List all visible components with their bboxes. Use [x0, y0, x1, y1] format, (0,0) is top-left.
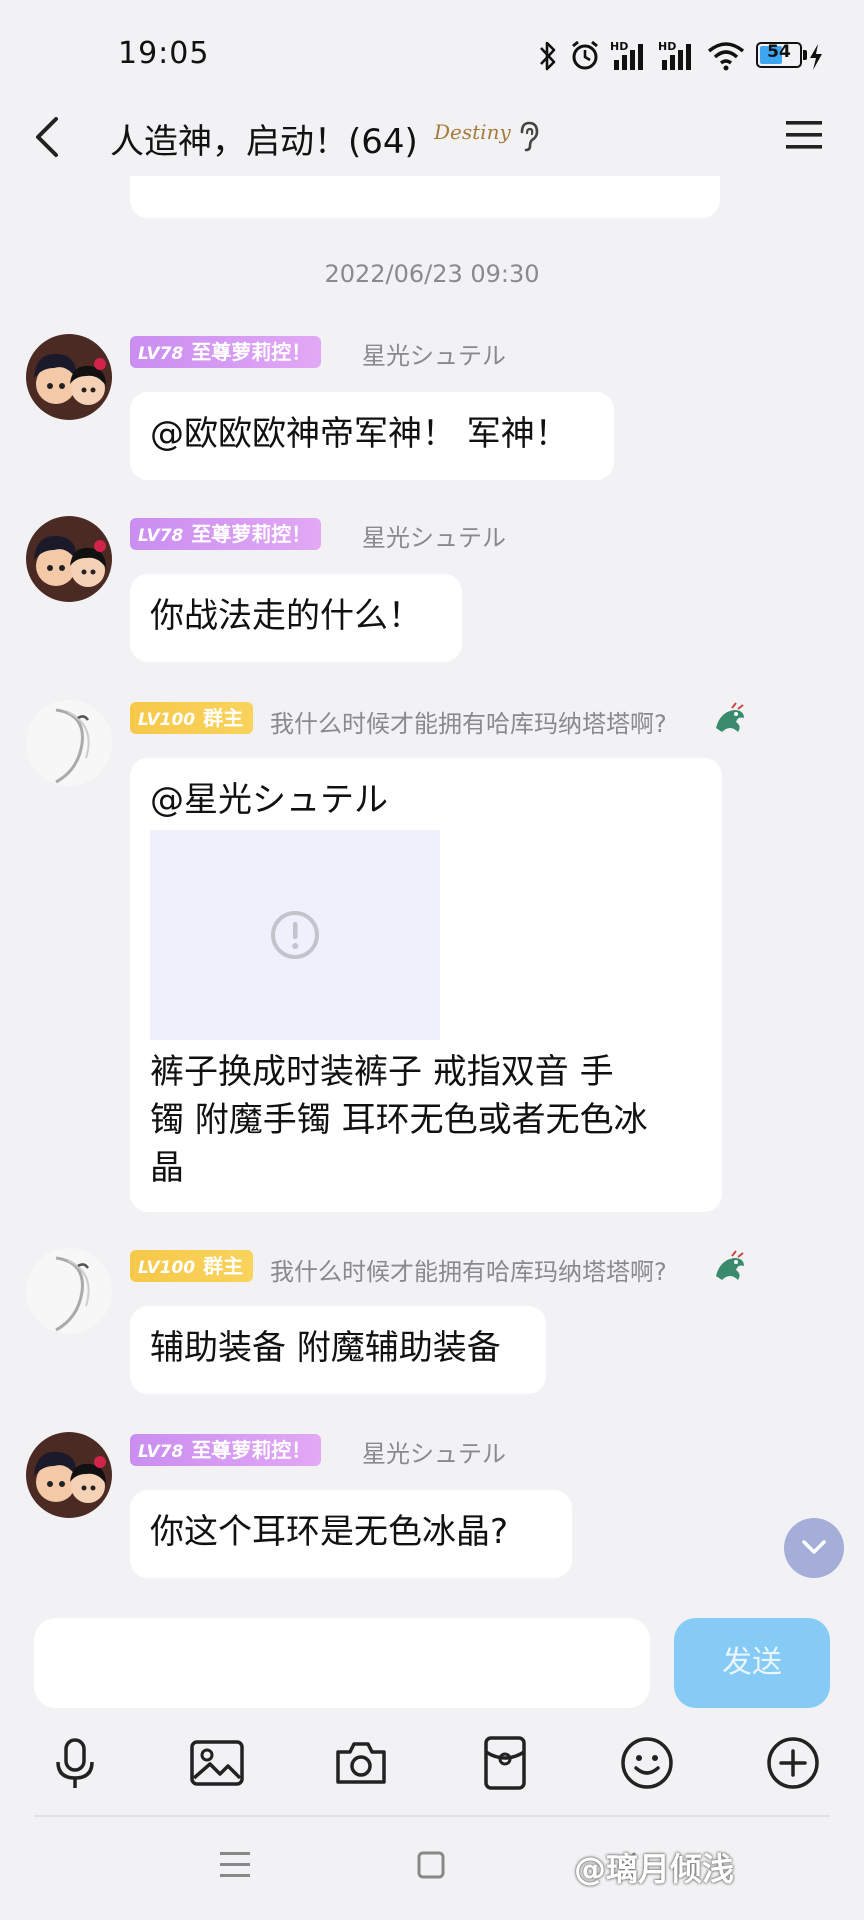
message-text: 辅助装备 附魔辅助装备 — [150, 1328, 501, 1368]
scroll-to-bottom-button[interactable] — [784, 1518, 844, 1578]
wifi-icon — [707, 42, 745, 71]
badge-title: 至尊萝莉控！ — [191, 1438, 312, 1462]
sender-nickname[interactable]: 我什么时候才能拥有哈库玛纳塔塔啊? — [270, 1252, 667, 1287]
signal-1-icon — [614, 44, 643, 70]
emoji-icon[interactable] — [618, 1734, 676, 1792]
send-button[interactable]: 发送 — [674, 1618, 830, 1708]
member-badge: LV78 至尊萝莉控！ — [130, 1434, 322, 1466]
recent-apps-nav-icon[interactable] — [218, 1850, 252, 1880]
mic-icon[interactable] — [46, 1734, 104, 1792]
badge-level: LV78 — [138, 526, 184, 546]
message-bubble[interactable]: 你战法走的什么！ — [130, 574, 462, 662]
sender-nickname[interactable]: 星光シュテル — [362, 518, 506, 553]
badge-title: 群主 — [203, 1254, 244, 1278]
badge-level: LV100 — [138, 1258, 196, 1278]
badge-title: 群主 — [203, 706, 244, 730]
owner-badge: LV100 群主 — [130, 702, 254, 734]
avatar[interactable] — [26, 1248, 112, 1334]
battery-level: 54 — [767, 42, 791, 62]
status-time: 19:05 — [118, 36, 210, 71]
charging-icon — [810, 44, 822, 70]
home-nav-icon[interactable] — [416, 1850, 446, 1880]
red-packet-icon[interactable] — [476, 1734, 534, 1792]
message-text: 你这个耳环是无色冰晶? — [150, 1512, 509, 1552]
message-timestamp: 2022/06/23 09:30 — [324, 260, 540, 288]
member-badge: LV78 至尊萝莉控！ — [130, 336, 322, 368]
badge-level: LV78 — [138, 344, 184, 364]
message-text: @欧欧欧神帝军神！ 军神！ — [150, 414, 569, 454]
previous-message-bubble[interactable] — [130, 176, 720, 218]
sender-nickname[interactable]: 星光シュテル — [362, 336, 506, 371]
avatar[interactable] — [26, 334, 112, 420]
message-text: 裤子换成时装裤子 戒指双音 手 镯 附魔手镯 耳环无色或者无色冰 晶 — [150, 1048, 710, 1192]
image-icon[interactable] — [188, 1734, 246, 1792]
bluetooth-icon — [540, 41, 556, 71]
dragon-icon — [716, 1250, 744, 1280]
badge-level: LV100 — [138, 710, 196, 730]
avatar[interactable] — [26, 1432, 112, 1518]
destiny-badge: Destiny — [434, 120, 511, 144]
divider — [34, 1815, 830, 1817]
plus-icon[interactable] — [764, 1734, 822, 1792]
ear-icon[interactable] — [516, 120, 542, 152]
image-error-icon — [271, 911, 319, 959]
badge-title: 至尊萝莉控！ — [191, 522, 312, 546]
status-bar: 19:05 HD HD 54 — [0, 0, 864, 110]
sender-nickname[interactable]: 星光シュテル — [362, 1434, 506, 1469]
message-text: 你战法走的什么！ — [150, 596, 422, 636]
sender-nickname[interactable]: 我什么时候才能拥有哈库玛纳塔塔啊? — [270, 704, 667, 739]
member-badge: LV78 至尊萝莉控！ — [130, 518, 322, 550]
message-bubble[interactable]: @星光シュテル 裤子换成时装裤子 戒指双音 手 镯 附魔手镯 耳环无色或者无色冰… — [130, 758, 722, 1212]
badge-title: 至尊萝莉控！ — [191, 340, 312, 364]
camera-icon[interactable] — [332, 1734, 390, 1792]
avatar[interactable] — [26, 516, 112, 602]
chat-title[interactable]: 人造神，启动！(64) — [110, 114, 418, 163]
message-text-line: 镯 附魔手镯 耳环无色或者无色冰 — [150, 1100, 648, 1140]
chevron-down-icon — [802, 1540, 826, 1554]
image-placeholder[interactable] — [150, 830, 440, 1040]
avatar[interactable] — [26, 700, 112, 786]
message-text-line: 晶 — [150, 1148, 184, 1188]
signal-2-icon — [662, 44, 691, 70]
battery-icon: 54 — [756, 42, 807, 68]
menu-icon[interactable] — [786, 120, 822, 150]
message-text-line: 裤子换成时装裤子 戒指双音 手 — [150, 1052, 614, 1092]
message-bubble[interactable]: 辅助装备 附魔辅助装备 — [130, 1306, 546, 1394]
message-input[interactable] — [34, 1618, 650, 1708]
owner-badge: LV100 群主 — [130, 1250, 254, 1282]
message-bubble[interactable]: @欧欧欧神帝军神！ 军神！ — [130, 392, 614, 480]
dragon-icon — [716, 702, 744, 732]
alarm-icon — [572, 40, 598, 70]
message-bubble[interactable]: 你这个耳环是无色冰晶? — [130, 1490, 572, 1578]
back-icon[interactable] — [30, 114, 66, 160]
message-mention[interactable]: @星光シュテル — [150, 776, 702, 824]
badge-level: LV78 — [138, 1442, 184, 1462]
watermark: @璃月倾浅 — [574, 1850, 735, 1888]
